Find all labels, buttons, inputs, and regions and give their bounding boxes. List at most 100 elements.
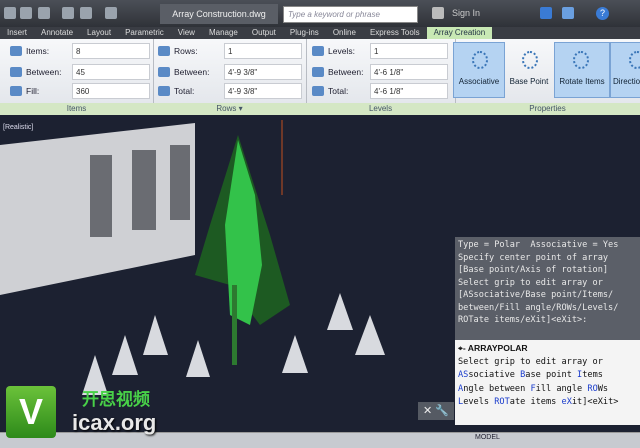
option-exit[interactable]: eX — [562, 397, 572, 407]
option-associative[interactable]: AS — [458, 370, 468, 380]
close-icon[interactable]: ✕ — [423, 405, 432, 417]
option-rotate-items[interactable]: ROT — [494, 397, 510, 407]
tab-output[interactable]: Output — [245, 27, 283, 39]
document-title: Array Construction.dwg — [160, 4, 278, 24]
command-name: ARRAYPOLAR — [467, 343, 528, 353]
tab-plug-ins[interactable]: Plug-ins — [283, 27, 326, 39]
levels-total-icon — [312, 86, 324, 96]
direction-icon — [629, 51, 640, 69]
tab-array-creation[interactable]: Array Creation — [426, 27, 493, 39]
option-rows[interactable]: RO — [587, 384, 597, 394]
history-line: ROTate items/eXit]<eXit>: — [458, 315, 588, 325]
model-space-button[interactable]: MODEL — [475, 434, 500, 441]
save-as-icon[interactable] — [38, 7, 50, 19]
option-text: sociative — [468, 370, 521, 380]
associative-button[interactable]: Associative — [453, 42, 505, 98]
tab-annotate[interactable]: Annotate — [34, 27, 80, 39]
watermark-url: icax.org — [72, 410, 157, 435]
tab-parametric[interactable]: Parametric — [118, 27, 171, 39]
sign-in-button[interactable]: Sign In — [452, 8, 480, 18]
levels-total-label: Total: — [328, 86, 349, 96]
associative-icon — [472, 51, 488, 69]
panel-title-items: Items — [66, 104, 87, 113]
fill-label: Fill: — [26, 86, 40, 96]
levels-label: Levels: — [328, 46, 355, 56]
tab-insert[interactable]: Insert — [0, 27, 34, 39]
levels-between-label: Between: — [328, 67, 364, 77]
items-label: Items: — [26, 46, 50, 56]
panel-title-levels: Levels — [368, 104, 393, 113]
redo-icon[interactable] — [105, 7, 117, 19]
base-point-button[interactable]: Base Point — [503, 42, 555, 98]
angle-between-icon — [10, 67, 22, 77]
window-opening — [132, 150, 156, 230]
exchange-icon[interactable] — [540, 7, 552, 19]
level-spacing-icon — [312, 67, 324, 77]
tab-manage[interactable]: Manage — [202, 27, 245, 39]
option-text: ate items — [509, 397, 562, 407]
rows-total-input[interactable]: 4'-9 3/8" — [224, 83, 302, 99]
rows-total-icon — [158, 86, 170, 96]
option-text: it]<eXit> — [571, 397, 619, 407]
tab-online[interactable]: Online — [326, 27, 363, 39]
command-icon: ⌖- — [458, 343, 468, 353]
command-window-controls: ✕ 🔧 — [418, 402, 454, 420]
tab-view[interactable]: View — [171, 27, 202, 39]
panel-title-properties: Properties — [529, 104, 566, 113]
autodesk-icon[interactable] — [562, 7, 574, 19]
wrench-icon[interactable]: 🔧 — [435, 405, 449, 417]
print-icon[interactable] — [62, 7, 74, 19]
angle-between-input[interactable]: 45 — [72, 64, 150, 80]
app-menu-icon[interactable] — [4, 7, 16, 19]
direction-button[interactable]: Directio — [610, 42, 640, 98]
window-opening — [170, 145, 190, 220]
command-history: Type = Polar Associative = Yes Specify c… — [455, 237, 640, 340]
history-line: Type = Polar Associative = Yes — [458, 240, 619, 250]
undo-icon[interactable] — [80, 7, 92, 19]
rows-label: Rows: — [174, 46, 198, 56]
rows-between-input[interactable]: 4'-9 3/8" — [224, 64, 302, 80]
history-line: [ASsociative/Base point/Items/ — [458, 290, 614, 300]
ribbon-tabs: Insert Annotate Layout Parametric View M… — [0, 27, 640, 39]
save-icon[interactable] — [20, 7, 32, 19]
levels-input[interactable]: 1 — [370, 43, 448, 59]
levels-icon — [312, 46, 324, 56]
command-options-2: Angle between Fill angle ROWs — [458, 383, 637, 397]
command-line[interactable]: ⌖- ARRAYPOLAR Select grip to edit array … — [455, 340, 640, 425]
history-line: Select grip to edit array or — [458, 277, 603, 288]
panel-title-rows[interactable]: Rows ▾ — [153, 103, 306, 115]
base-point-icon — [522, 51, 538, 69]
command-options-3: Levels ROTate items eXit]<eXit> — [458, 396, 637, 410]
items-icon — [10, 46, 22, 56]
rotate-items-icon — [573, 51, 589, 69]
tab-express-tools[interactable]: Express Tools — [363, 27, 427, 39]
levels-total-input[interactable]: 4'-6 1/8" — [370, 83, 448, 99]
command-header: ⌖- ARRAYPOLAR — [458, 342, 637, 356]
rows-between-label: Between: — [174, 67, 210, 77]
history-line: [Base point/Axis of rotation] — [458, 265, 609, 275]
title-bar: Array Construction.dwg Type a keyword or… — [0, 0, 640, 27]
watermark-chinese-text: 开思视频 — [82, 390, 150, 409]
fill-angle-icon — [10, 86, 22, 96]
option-text: ill angle — [535, 383, 588, 394]
panel-titles: Items Rows ▾ Levels Properties — [0, 103, 640, 115]
tab-layout[interactable]: Layout — [80, 27, 118, 39]
command-window[interactable]: Type = Polar Associative = Yes Specify c… — [455, 237, 640, 425]
rotate-items-button[interactable]: Rotate Items — [554, 42, 610, 98]
binoculars-icon[interactable] — [432, 7, 444, 19]
items-count-input[interactable]: 8 — [72, 43, 150, 59]
rows-input[interactable]: 1 — [224, 43, 302, 59]
command-options-1: ASsociative Base point Items — [458, 369, 637, 383]
window-opening — [90, 155, 112, 237]
viewport-label[interactable]: [Realistic] — [3, 124, 33, 131]
help-button[interactable]: ? — [596, 7, 609, 20]
option-text: ngle between — [463, 383, 531, 394]
watermark-logo: V — [6, 386, 56, 438]
rows-icon — [158, 46, 170, 56]
option-text: ase point — [525, 370, 578, 380]
fill-angle-input[interactable]: 360 — [72, 83, 150, 99]
search-input[interactable]: Type a keyword or phrase — [283, 6, 418, 23]
history-line: Specify center point of array — [458, 252, 609, 263]
levels-between-input[interactable]: 4'-6 1/8" — [370, 64, 448, 80]
rows-total-label: Total: — [174, 86, 195, 96]
